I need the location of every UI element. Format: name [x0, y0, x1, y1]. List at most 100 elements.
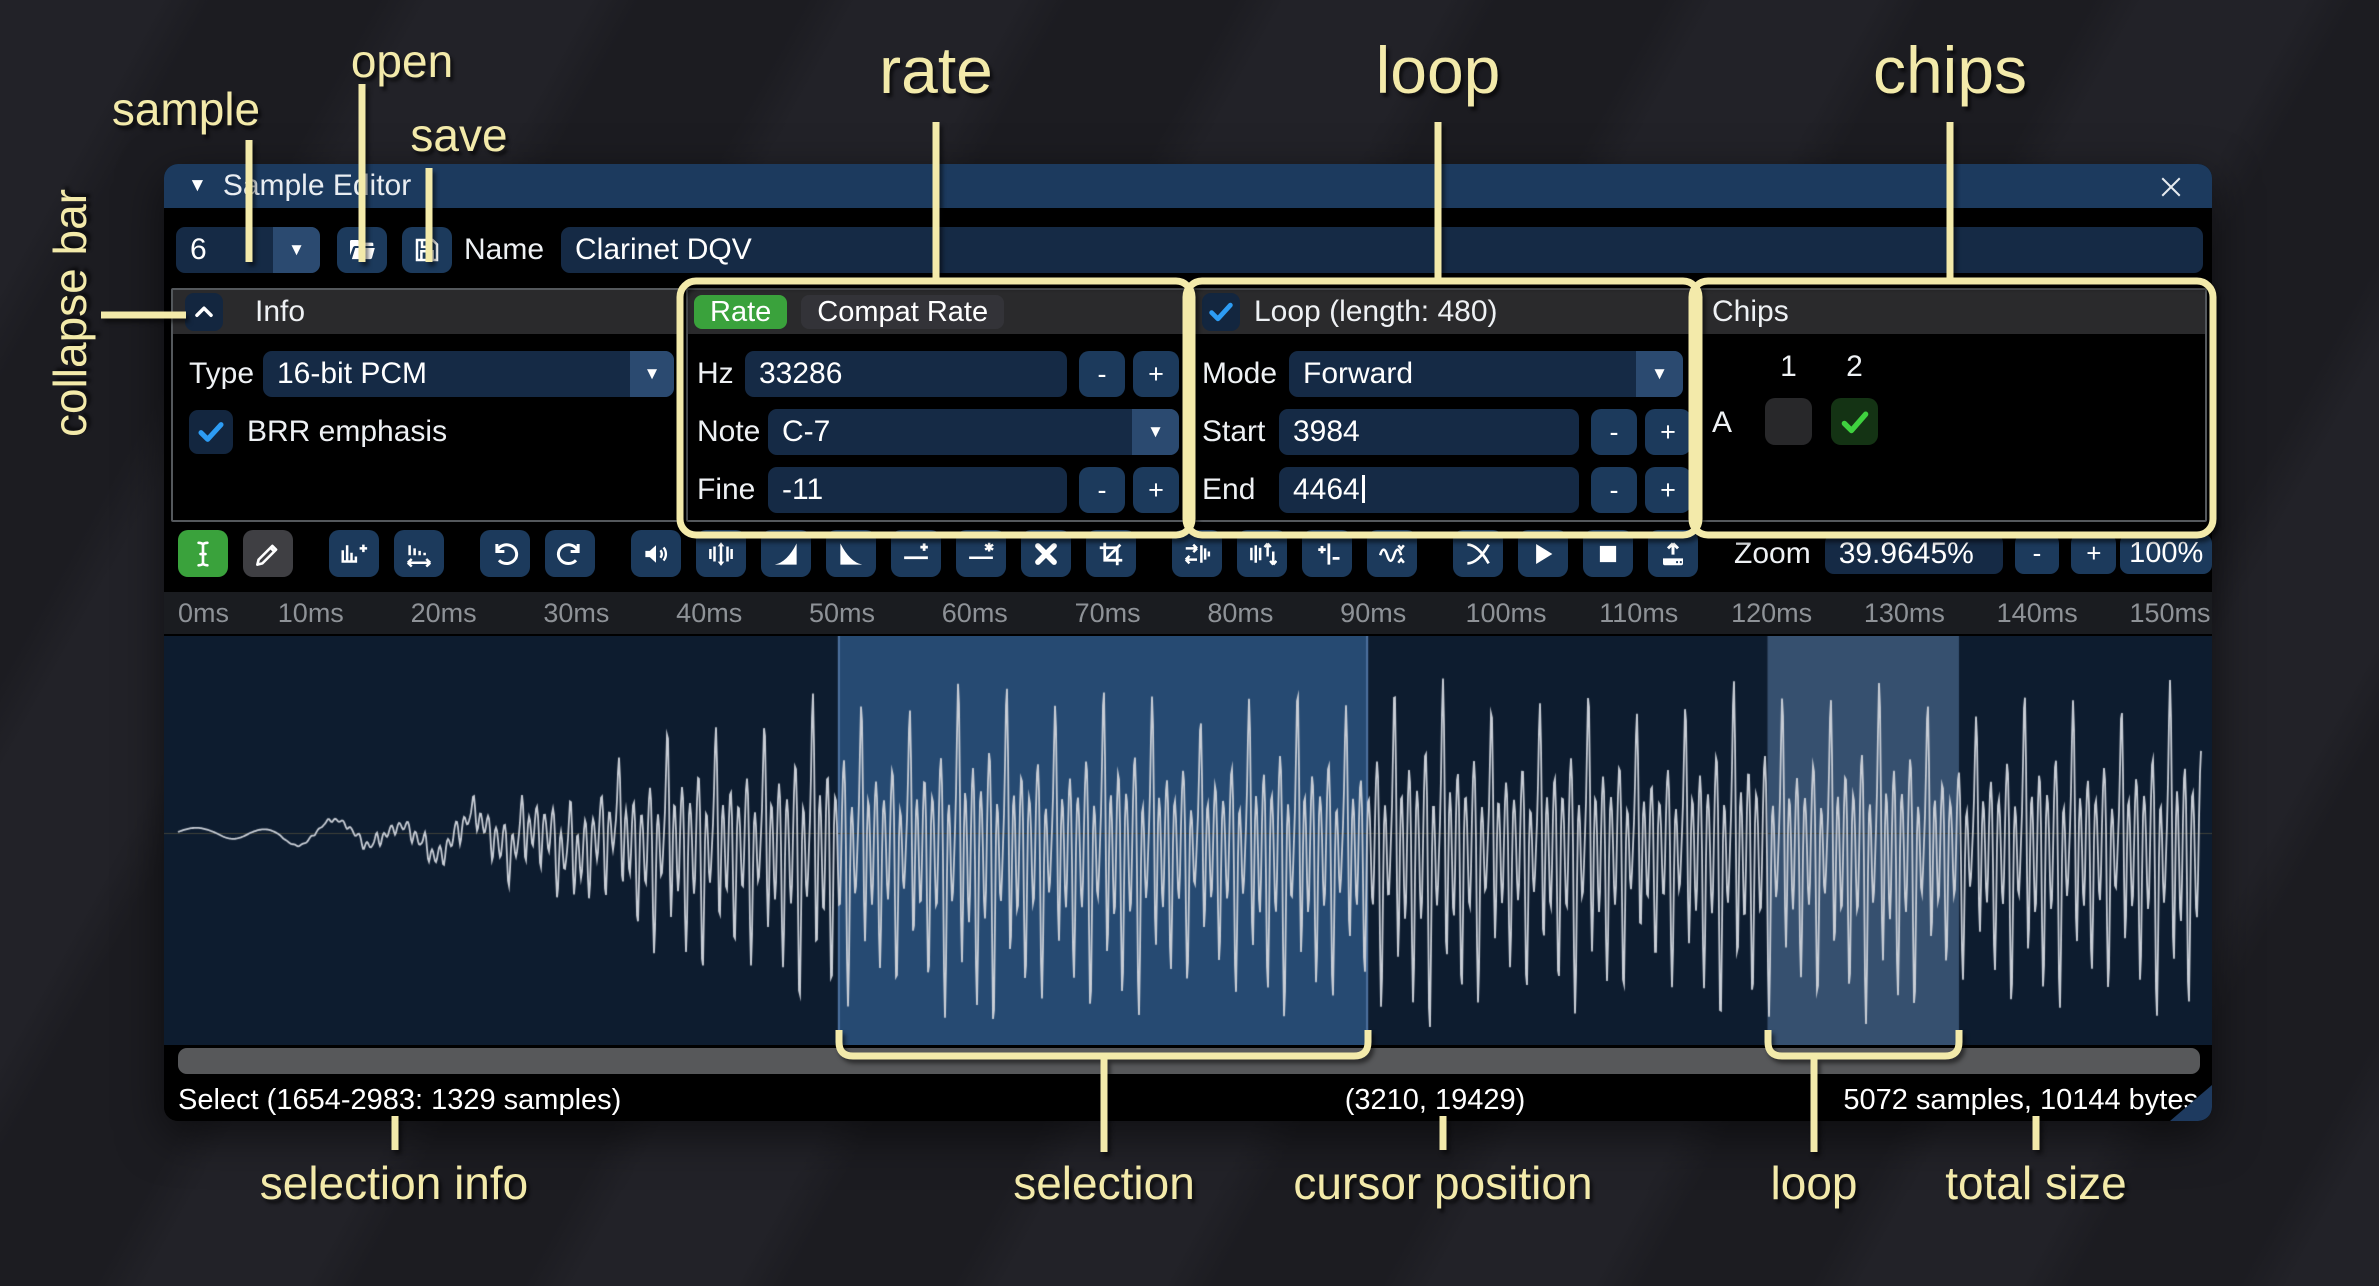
- folder-open-icon: [346, 234, 378, 266]
- draw-tool-button[interactable]: [243, 530, 293, 577]
- fade-out-button[interactable]: [826, 530, 876, 577]
- crossfade-icon: [1463, 539, 1493, 569]
- loop-end-minus-button[interactable]: -: [1591, 467, 1637, 513]
- invert-arrows-icon: [1247, 539, 1277, 569]
- chevron-down-icon[interactable]: ▼: [273, 227, 320, 273]
- fine-input[interactable]: -11: [768, 467, 1067, 513]
- undo-icon: [490, 539, 520, 569]
- selection-info-text: Select (1654-2983: 1329 samples): [178, 1080, 621, 1121]
- apply-silence-button[interactable]: [956, 530, 1006, 577]
- compat-rate-tab[interactable]: Compat Rate: [801, 295, 1004, 329]
- note-dropdown[interactable]: C-7 ▼: [768, 409, 1179, 455]
- ruler-label: 20ms: [411, 598, 477, 629]
- ruler-label: 110ms: [1599, 598, 1678, 629]
- scrollbar-thumb[interactable]: [178, 1048, 2200, 1074]
- window-title: Sample Editor: [223, 169, 411, 203]
- ruler-label: 50ms: [809, 598, 875, 629]
- select-tool-button[interactable]: [178, 530, 228, 577]
- insert-silence-button[interactable]: [891, 530, 941, 577]
- redo-icon: [555, 539, 585, 569]
- crop-icon: [1096, 539, 1126, 569]
- chevron-down-icon[interactable]: ▼: [630, 351, 674, 397]
- crossfade-button[interactable]: [1453, 530, 1503, 577]
- hz-minus-button[interactable]: -: [1079, 351, 1125, 397]
- chip-column-header: 2: [1831, 350, 1878, 384]
- waveform-display[interactable]: [164, 636, 2212, 1045]
- fade-in-icon: [771, 539, 801, 569]
- annotation-save: save: [410, 108, 507, 162]
- resize-grip[interactable]: [2170, 1085, 2212, 1121]
- loop-start-plus-button[interactable]: +: [1645, 409, 1691, 455]
- chevron-down-icon[interactable]: ▼: [1132, 409, 1179, 455]
- brr-emphasis-checkbox[interactable]: [189, 410, 233, 454]
- loop-mode-dropdown[interactable]: Forward ▼: [1289, 351, 1683, 397]
- undo-button[interactable]: [480, 530, 530, 577]
- signedness-button[interactable]: [1302, 530, 1352, 577]
- cursor-position-text: (3210, 19429): [1345, 1080, 1526, 1121]
- check-icon: [195, 416, 227, 448]
- plus-bar-minus-icon: [1312, 539, 1342, 569]
- fade-in-button[interactable]: [761, 530, 811, 577]
- fine-plus-button[interactable]: +: [1133, 467, 1179, 513]
- title-bar[interactable]: ▼ Sample Editor: [164, 164, 2212, 208]
- hz-plus-button[interactable]: +: [1133, 351, 1179, 397]
- check-icon: [1838, 405, 1872, 439]
- reverse-button[interactable]: [1172, 530, 1222, 577]
- zoom-out-button[interactable]: -: [2015, 534, 2060, 574]
- mode-label: Mode: [1202, 351, 1277, 397]
- rate-tab[interactable]: Rate: [694, 295, 787, 329]
- invert-button[interactable]: [1237, 530, 1287, 577]
- chevron-down-icon[interactable]: ▼: [1636, 351, 1683, 397]
- redo-button[interactable]: [545, 530, 595, 577]
- chip-checkbox[interactable]: [1765, 398, 1812, 445]
- loop-start-minus-button[interactable]: -: [1591, 409, 1637, 455]
- zoom-reset-button[interactable]: 100%: [2120, 534, 2212, 574]
- fine-minus-button[interactable]: -: [1079, 467, 1125, 513]
- chip-checkbox[interactable]: [1831, 398, 1878, 445]
- filter-button[interactable]: [1367, 530, 1417, 577]
- info-panel-title: Info: [255, 295, 305, 329]
- annotation-rate: rate: [879, 32, 993, 108]
- time-ruler[interactable]: 0ms10ms20ms30ms40ms50ms60ms70ms80ms90ms1…: [164, 592, 2212, 634]
- ruler-label: 70ms: [1075, 598, 1141, 629]
- zoom-input[interactable]: 39.9645%: [1825, 534, 2003, 574]
- type-dropdown[interactable]: 16-bit PCM ▼: [263, 351, 674, 397]
- sample-select-dropdown[interactable]: 6 ▼: [176, 227, 320, 273]
- hz-input[interactable]: 33286: [745, 351, 1067, 397]
- save-sample-button[interactable]: [402, 227, 452, 273]
- trim-button[interactable]: [1086, 530, 1136, 577]
- zoom-in-button[interactable]: +: [2071, 534, 2116, 574]
- annotation-sample: sample: [112, 82, 260, 136]
- upload-button[interactable]: [1648, 530, 1698, 577]
- collapse-bar-button[interactable]: [185, 293, 223, 331]
- save-icon: [412, 235, 442, 265]
- stop-button[interactable]: [1583, 530, 1633, 577]
- waveform-stretch-button[interactable]: [394, 530, 444, 577]
- collapse-window-icon[interactable]: ▼: [188, 175, 207, 197]
- loop-end-plus-button[interactable]: +: [1645, 467, 1691, 513]
- x-icon: [1031, 539, 1061, 569]
- chip-column-header: 1: [1765, 350, 1812, 384]
- desktop-background: ▼ Sample Editor 6 ▼: [0, 0, 2379, 1286]
- speaker-icon: [641, 539, 671, 569]
- rate-panel: Rate Compat Rate Hz 33286 - + Note C-7 ▼: [686, 288, 1186, 522]
- waveform-canvas[interactable]: [164, 636, 2212, 1045]
- waveform-scrollbar[interactable]: [164, 1045, 2212, 1080]
- amplify-button[interactable]: [696, 530, 746, 577]
- volume-preview-button[interactable]: [631, 530, 681, 577]
- close-icon[interactable]: [2152, 168, 2190, 206]
- annotation-selection: selection: [1013, 1156, 1195, 1210]
- chips-grid: 12A: [1700, 334, 2205, 520]
- loop-end-input[interactable]: 4464: [1279, 467, 1579, 513]
- open-sample-button[interactable]: [337, 227, 387, 273]
- play-button[interactable]: [1518, 530, 1568, 577]
- delete-button[interactable]: [1021, 530, 1071, 577]
- chevron-up-icon: [191, 299, 217, 325]
- waveform-add-button[interactable]: [329, 530, 379, 577]
- stop-icon: [1593, 539, 1623, 569]
- loop-start-input[interactable]: 3984: [1279, 409, 1579, 455]
- ruler-label: 40ms: [676, 598, 742, 629]
- name-input[interactable]: Clarinet DQV: [561, 227, 2203, 273]
- loop-enable-checkbox[interactable]: [1202, 293, 1240, 331]
- reverse-arrows-icon: [1182, 539, 1212, 569]
